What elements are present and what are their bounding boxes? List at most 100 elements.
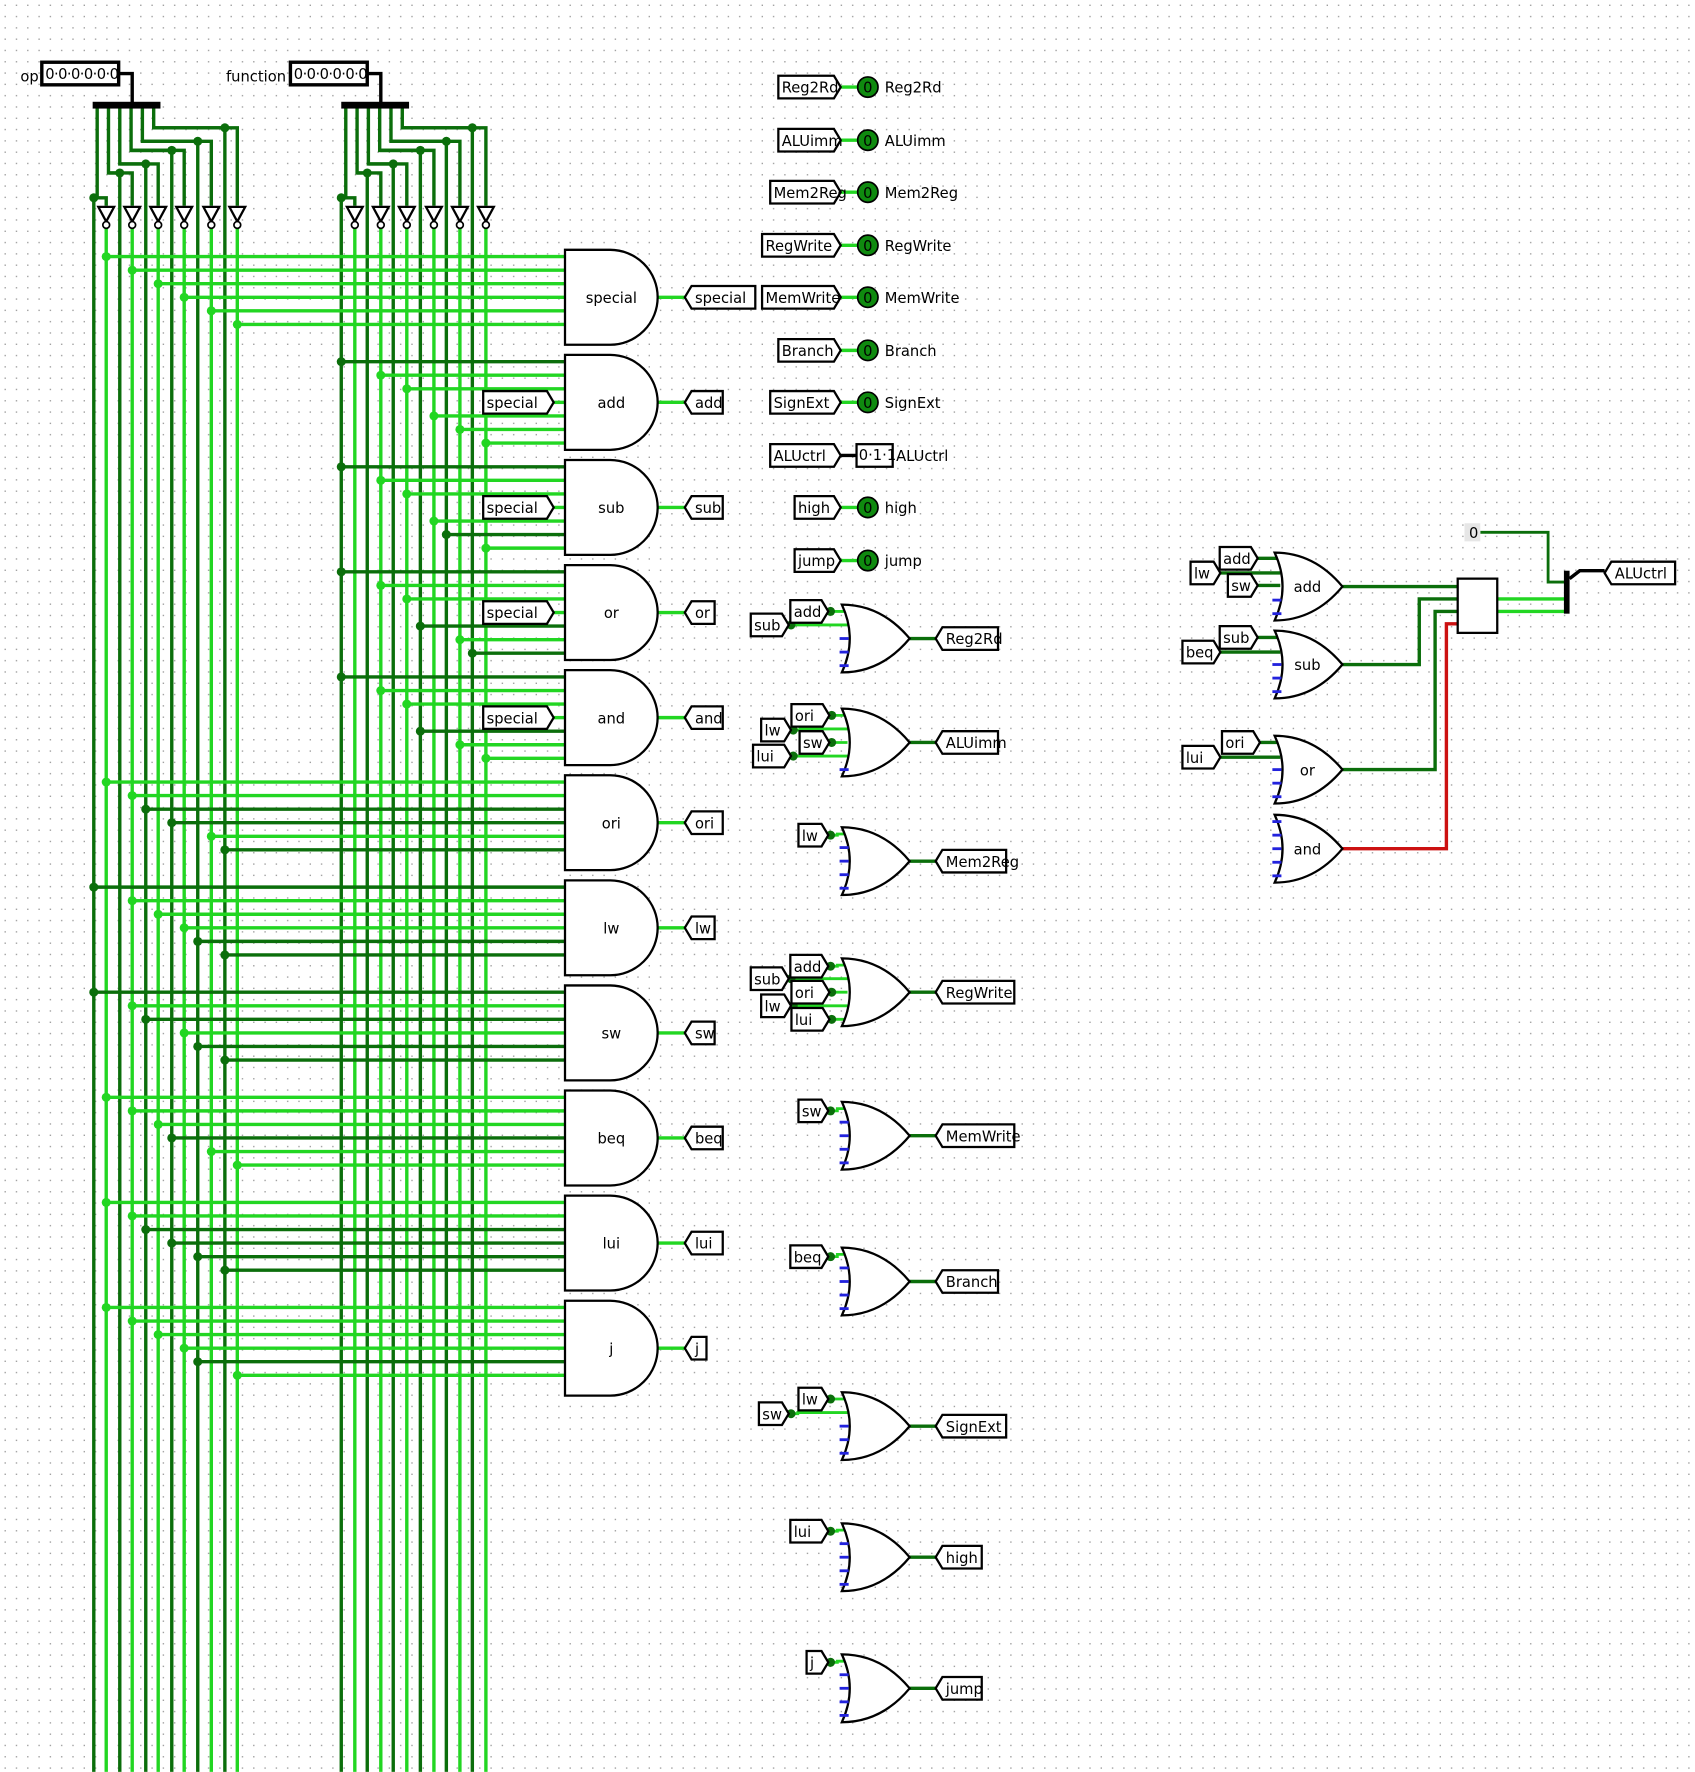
tunnel-MemWrite: MemWrite (760, 284, 843, 310)
tunnel-Reg2Rd-out: Reg2Rd (934, 626, 1003, 651)
tunnel-high-out: high (934, 1544, 983, 1570)
tunnel-label: sub (695, 500, 721, 517)
op-pin-value: 0·0·0·0·0·0 (45, 66, 118, 83)
encoder-block[interactable] (1456, 577, 1499, 635)
tunnel-special-in: special (482, 705, 556, 731)
tunnel-label: beq (1186, 645, 1214, 662)
tunnel-SignExt-out: SignExt (934, 1413, 1008, 1439)
wire-junction (127, 896, 137, 906)
wire-junction (101, 777, 111, 787)
tunnel-label: lui (795, 1012, 812, 1029)
tunnel-label: sw (803, 735, 823, 752)
not-gate-bubble (376, 220, 386, 230)
wire-junction (415, 145, 425, 155)
wire-junction (481, 543, 491, 553)
wire-junction (167, 1238, 177, 1248)
tunnel-label: add (794, 604, 822, 621)
wire-junction (232, 1370, 242, 1380)
op-label: op (20, 68, 38, 85)
and-gate-label: sub (598, 500, 624, 517)
wire-junction (388, 159, 398, 169)
tunnel-sw: sw (798, 730, 831, 755)
wire-junction (376, 475, 386, 485)
constant-zero: 0 (1469, 525, 1478, 542)
wire (788, 1411, 848, 1416)
and-gate-label: ori (602, 815, 621, 832)
tunnel-label: sub (754, 618, 780, 635)
and-gate-label: or (604, 605, 620, 622)
tunnel-label: ori (795, 708, 814, 725)
tunnel-RegWrite-out: RegWrite (934, 979, 1016, 1005)
tunnel-SignExt: SignExt (769, 389, 843, 415)
wire-junction (376, 685, 386, 696)
tunnel-label: or (695, 605, 711, 622)
wire-junction (336, 193, 346, 203)
tunnel-label: ori (1225, 735, 1244, 752)
probe-label: Reg2Rd (885, 80, 942, 97)
and-gate-label: lui (603, 1236, 620, 1253)
wire-junction (193, 1252, 203, 1262)
wire-junction (467, 123, 477, 133)
wire-junction (89, 882, 99, 892)
op-splitter (92, 101, 161, 109)
tunnel-label: sub (754, 971, 780, 988)
wire-junction (232, 319, 242, 329)
tunnel-add-out: add (683, 389, 724, 415)
wire-junction (167, 1133, 177, 1143)
tunnel-label: beq (695, 1131, 723, 1148)
tunnel-MemWrite-out: MemWrite (934, 1123, 1021, 1149)
tunnel-and-out: and (683, 705, 724, 731)
probe-value: 0 (863, 553, 872, 570)
wire-junction (153, 909, 163, 919)
wire-junction (193, 1357, 203, 1367)
tunnel-add: add (1218, 545, 1260, 571)
probe-value: 0·1·1 (859, 447, 896, 464)
tunnel-label: add (794, 959, 822, 976)
circuit-canvas[interactable]: op 0·0·0·0·0·0 function 0·0·0·0·0·0 special s… (0, 0, 1695, 1772)
alu-gate-label: or (1300, 762, 1316, 779)
tunnel-label: ALUctrl (774, 448, 826, 465)
wire-junction (336, 567, 346, 577)
probe-value: 0 (863, 80, 872, 97)
wire-junction (467, 648, 477, 658)
wire-junction (153, 1119, 163, 1129)
alu-gate-label: sub (1294, 657, 1320, 674)
probe-label: RegWrite (885, 238, 952, 255)
tunnel-label: jump (945, 1681, 983, 1698)
wire-junction (127, 1106, 137, 1116)
tunnel-beq-out: beq (683, 1125, 724, 1151)
tunnel-label: lui (794, 1524, 811, 1541)
not-gate-bubble (207, 220, 216, 230)
wire-junction (455, 740, 465, 750)
wire-junction (141, 1225, 151, 1235)
tunnel-beq: beq (789, 1244, 830, 1270)
wire-junction (127, 791, 137, 801)
and-gate-label: lw (603, 920, 619, 937)
tunnel-label: sw (1231, 578, 1251, 595)
wire-junction (206, 306, 216, 316)
tunnel-add: add (789, 953, 830, 979)
tunnel-label: lui (756, 749, 773, 766)
wire-junction (336, 672, 346, 682)
tunnel-label: lw (765, 723, 781, 740)
wire-junction (220, 950, 230, 960)
tunnel-label: lui (1186, 750, 1203, 767)
tunnel-label: Branch (946, 1274, 998, 1291)
tunnel-label: special (695, 290, 746, 307)
wire-junction (402, 384, 412, 394)
tunnel-sub: sub (749, 612, 791, 638)
wire-junction (220, 1265, 230, 1275)
wire-junction (336, 357, 346, 367)
tunnel-label: special (487, 605, 538, 622)
wire-junction (206, 1147, 216, 1157)
tunnel-label: jump (797, 553, 835, 570)
tunnel-label: special (487, 395, 538, 412)
wire-junction (179, 1343, 189, 1353)
tunnel-label: Mem2Reg (946, 854, 1019, 871)
and-gate-label: sw (601, 1026, 621, 1043)
tunnel-label: lw (1194, 566, 1210, 583)
tunnel-label: add (1223, 551, 1251, 568)
wire-junction (141, 804, 151, 814)
wire-junction (101, 1092, 111, 1102)
tunnel-sw: sw (1226, 572, 1260, 598)
